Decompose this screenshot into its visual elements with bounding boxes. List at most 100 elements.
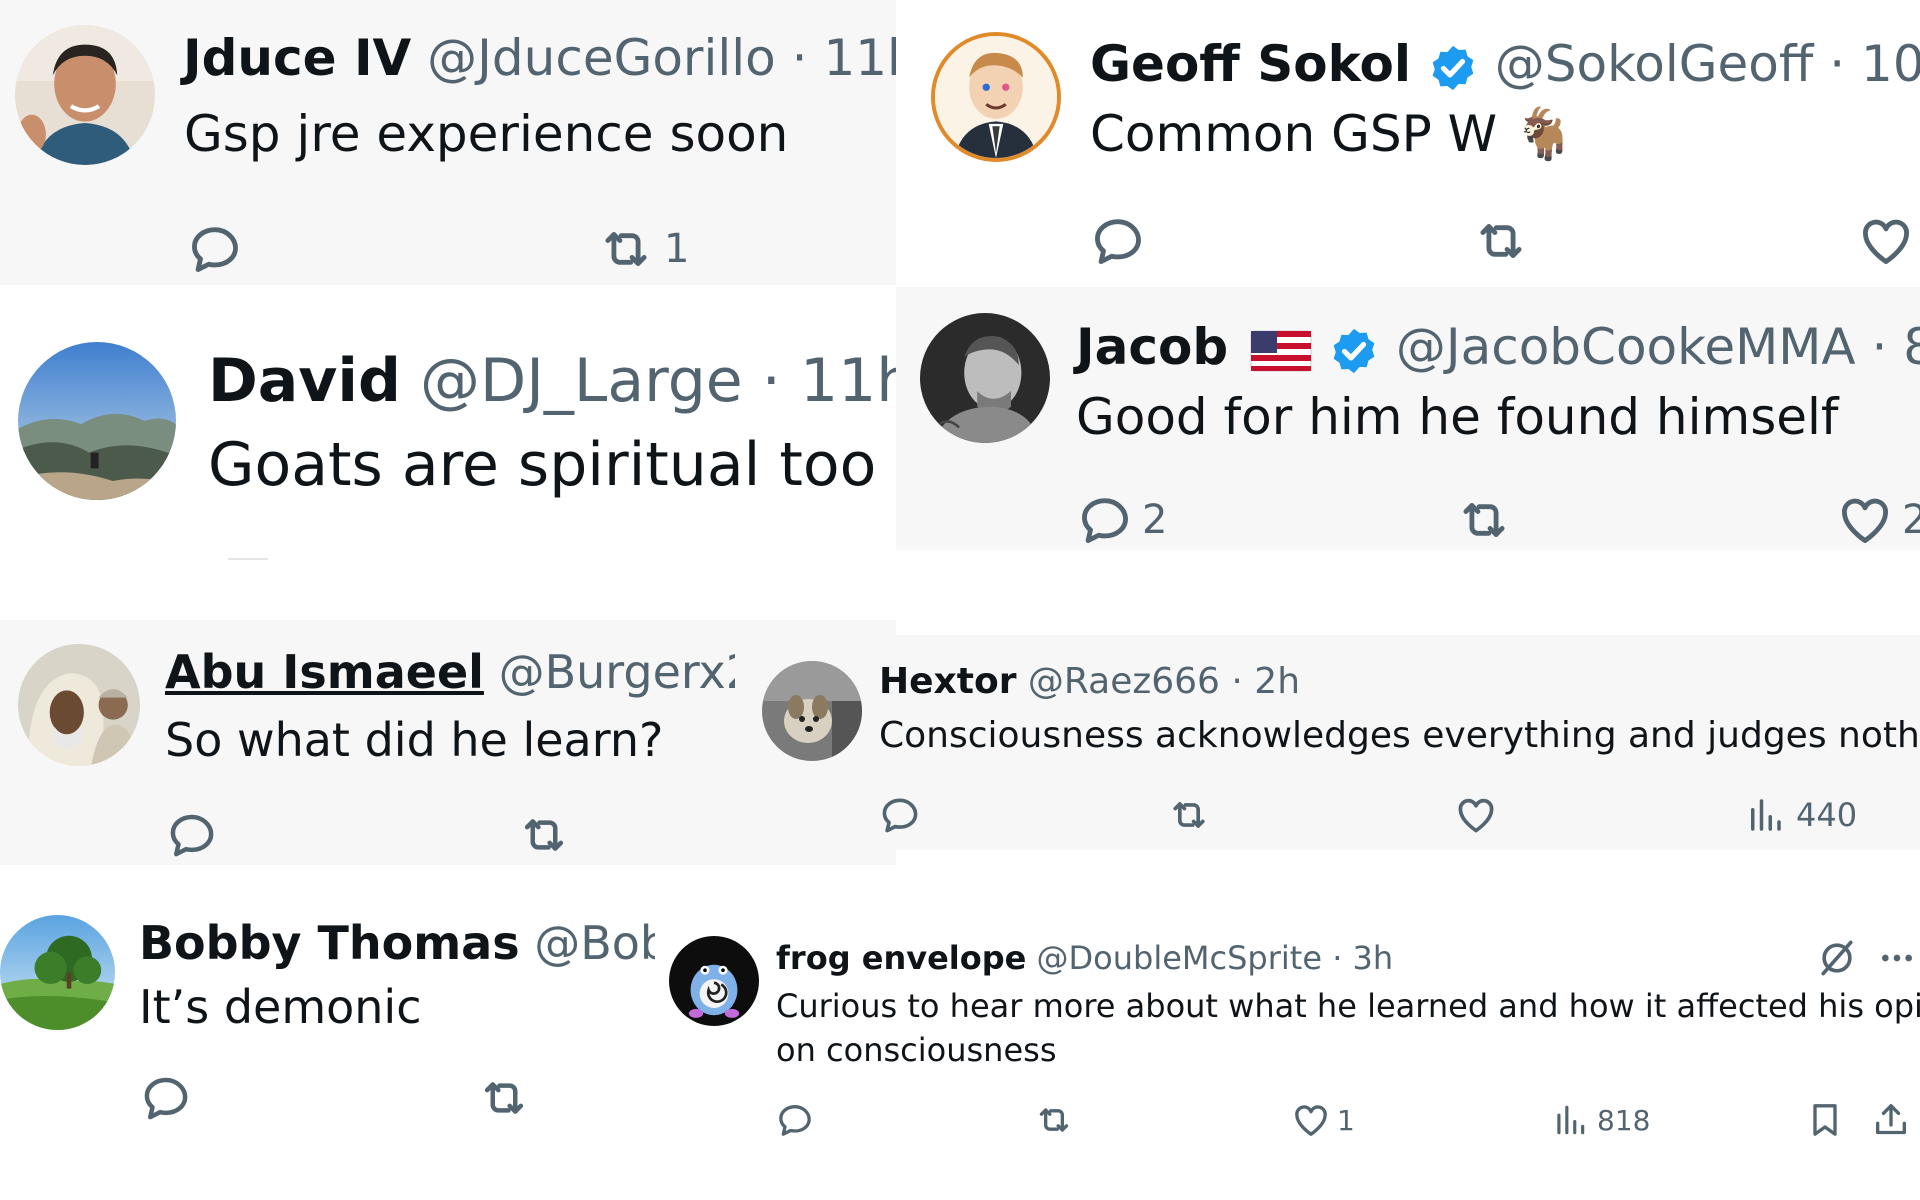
- timestamp[interactable]: · 11h: [792, 29, 896, 87]
- tweet-card[interactable]: Geoff Sokol @SokolGeoff · 10h Common GSP…: [896, 0, 1920, 287]
- tweet-text-line-2: on consciousness: [776, 1031, 1057, 1069]
- share-button[interactable]: [1871, 1100, 1911, 1140]
- tweet-text: Gsp jre experience soon: [184, 105, 789, 163]
- heart-icon: [1836, 491, 1894, 549]
- user-handle[interactable]: @Raez666: [1028, 661, 1220, 702]
- user-handle[interactable]: @BobbyT: [534, 916, 659, 970]
- user-handle[interactable]: @JduceGorillo: [427, 29, 776, 87]
- avatar[interactable]: [920, 313, 1050, 443]
- avatar[interactable]: [669, 936, 759, 1026]
- tweet-card[interactable]: David @DJ_Large · 11h Goats are spiritua…: [0, 285, 896, 585]
- retweet-button[interactable]: [1164, 793, 1214, 837]
- tweet-card[interactable]: Bobby Thomas @BobbyT It’s demonic: [0, 895, 660, 1155]
- avatar[interactable]: [18, 342, 176, 500]
- user-handle[interactable]: @DoubleMcSprite: [1037, 939, 1323, 977]
- like-button[interactable]: 2: [1836, 491, 1920, 549]
- tweet-card[interactable]: Hextor @Raez666 · 2h Consciousness ackno…: [740, 635, 1920, 850]
- retweet-button[interactable]: [1031, 1100, 1077, 1140]
- tweet-card[interactable]: Jacob @JacobCookeMMA · 8h Good for him h…: [896, 287, 1920, 550]
- tweet-text: It’s demonic: [139, 980, 422, 1034]
- tweet-text: Good for him he found himself: [1076, 388, 1839, 446]
- verified-badge-icon: [1427, 42, 1479, 94]
- retweet-icon: [474, 1071, 534, 1125]
- avatar[interactable]: [18, 644, 140, 766]
- tweet-card[interactable]: Jduce IV @JduceGorillo · 11h Gsp jre exp…: [0, 0, 896, 285]
- retweet-button[interactable]: 1: [594, 220, 689, 278]
- tweet-card[interactable]: frog envelope @DoubleMcSprite · 3h Curio…: [655, 910, 1920, 1145]
- tweet-header: frog envelope @DoubleMcSprite · 3h: [776, 938, 1393, 978]
- tweet-header: Jacob @JacobCookeMMA · 8h: [1076, 317, 1920, 377]
- reply-button[interactable]: [1089, 212, 1147, 270]
- avatar[interactable]: [762, 661, 862, 761]
- retweet-button[interactable]: [474, 1071, 534, 1125]
- avatar[interactable]: [15, 25, 155, 165]
- reply-count: 2: [1142, 497, 1168, 543]
- grok-button[interactable]: [1815, 936, 1859, 980]
- like-button[interactable]: [1454, 793, 1498, 837]
- display-name[interactable]: Hextor: [879, 661, 1016, 702]
- reply-button[interactable]: [186, 220, 244, 278]
- retweet-button[interactable]: [1469, 212, 1533, 270]
- reply-button[interactable]: [139, 1071, 193, 1125]
- heart-icon: [1291, 1100, 1331, 1140]
- share-icon: [1871, 1100, 1911, 1140]
- retweet-icon: [1031, 1100, 1077, 1140]
- display-name[interactable]: frog envelope: [776, 939, 1026, 977]
- display-name[interactable]: Bobby Thomas: [139, 916, 520, 970]
- reply-icon: [1089, 212, 1147, 270]
- timestamp[interactable]: · 3h: [1332, 939, 1393, 977]
- tweet-text: Common GSP W 🐐: [1090, 104, 1575, 164]
- tweet-header: Abu Ismaeel @Burgerx2Ch: [165, 644, 735, 700]
- retweet-button[interactable]: [514, 808, 574, 862]
- views-button[interactable]: 818: [1551, 1100, 1650, 1140]
- display-name[interactable]: Geoff Sokol: [1090, 35, 1411, 93]
- us-flag-icon: [1250, 330, 1312, 371]
- display-name[interactable]: Abu Ismaeel: [165, 645, 484, 699]
- user-handle[interactable]: @SokolGeoff: [1495, 35, 1814, 93]
- like-button[interactable]: [1857, 212, 1915, 270]
- reply-icon: [186, 220, 244, 278]
- timestamp[interactable]: · 11h: [762, 346, 896, 416]
- views-button[interactable]: 440: [1744, 793, 1857, 837]
- heart-icon: [1454, 793, 1498, 837]
- goat-emoji: 🐐: [1512, 105, 1576, 163]
- more-button[interactable]: [1877, 936, 1917, 980]
- retweet-icon: [1452, 491, 1516, 549]
- timestamp[interactable]: · 10h: [1829, 35, 1920, 93]
- retweet-icon: [1469, 212, 1533, 270]
- verified-badge-icon: [1328, 325, 1380, 377]
- user-handle[interactable]: @DJ_Large: [420, 346, 743, 416]
- more-icon: [1877, 936, 1917, 980]
- bookmark-icon: [1805, 1100, 1845, 1140]
- heart-icon: [1857, 212, 1915, 270]
- tweet-header: Hextor @Raez666 · 2h: [879, 659, 1300, 705]
- reply-button[interactable]: [878, 793, 922, 837]
- views-count: 818: [1597, 1103, 1651, 1137]
- retweet-icon: [514, 808, 574, 862]
- tweet-text-content: Common GSP W: [1090, 105, 1498, 163]
- like-button[interactable]: 1: [1291, 1100, 1355, 1140]
- reply-button[interactable]: [165, 808, 219, 862]
- display-name[interactable]: David: [208, 346, 401, 416]
- user-handle[interactable]: @Burgerx2Ch: [499, 645, 735, 699]
- reply-icon: [878, 793, 922, 837]
- display-name[interactable]: Jduce IV: [183, 29, 411, 87]
- grok-icon: [1815, 936, 1859, 980]
- reply-button[interactable]: 2: [1076, 491, 1167, 549]
- display-name[interactable]: Jacob: [1076, 318, 1228, 376]
- reply-icon: [165, 808, 219, 862]
- reply-button[interactable]: [775, 1100, 815, 1140]
- tweet-text: So what did he learn?: [165, 713, 664, 767]
- reply-icon: [775, 1100, 815, 1140]
- timestamp[interactable]: · 2h: [1231, 661, 1300, 702]
- like-count: 2: [1902, 497, 1920, 543]
- avatar[interactable]: [0, 915, 115, 1030]
- avatar[interactable]: [931, 32, 1061, 162]
- tweet-text-line-1: Curious to hear more about what he learn…: [776, 987, 1920, 1025]
- tweet-header: David @DJ_Large · 11h: [208, 345, 896, 417]
- timestamp[interactable]: · 8h: [1871, 318, 1920, 376]
- bookmark-button[interactable]: [1805, 1100, 1845, 1140]
- tweet-text: Consciousness acknowledges everything an…: [879, 715, 1920, 756]
- retweet-button[interactable]: [1452, 491, 1516, 549]
- user-handle[interactable]: @JacobCookeMMA: [1396, 318, 1856, 376]
